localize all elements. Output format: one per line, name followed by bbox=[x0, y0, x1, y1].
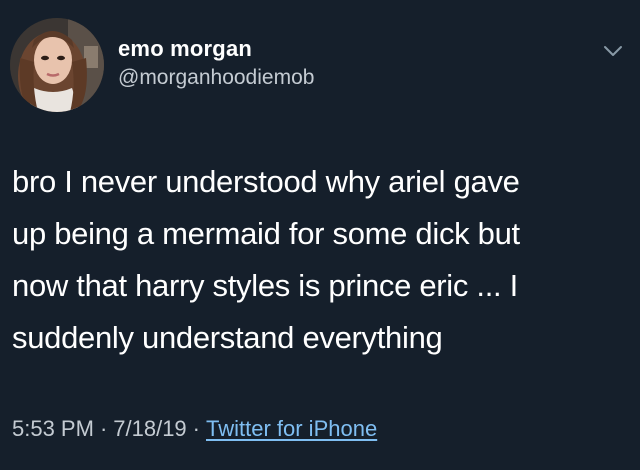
tweet-body-line: now that harry styles is prince eric ...… bbox=[12, 268, 518, 303]
meta-separator: · bbox=[99, 416, 108, 441]
author-display-name[interactable]: emo morgan bbox=[118, 36, 314, 62]
tweet-body-line: up being a mermaid for some dick but bbox=[12, 216, 520, 251]
tweet-card: emo morgan @morganhoodiemob bro I never … bbox=[0, 0, 640, 470]
tweet-header: emo morgan @morganhoodiemob bbox=[10, 18, 630, 114]
author-handle[interactable]: @morganhoodiemob bbox=[118, 64, 314, 92]
tweet-body-line: bro I never understood why ariel gave bbox=[12, 164, 520, 199]
chevron-down-icon bbox=[604, 46, 622, 56]
tweet-source-link[interactable]: Twitter for iPhone bbox=[206, 416, 377, 441]
meta-separator: · bbox=[192, 416, 200, 441]
tweet-body: bro I never understood why ariel gave up… bbox=[12, 156, 632, 364]
tweet-body-line: suddenly understand everything bbox=[12, 320, 443, 355]
tweet-date[interactable]: 7/18/19 bbox=[113, 416, 186, 441]
avatar[interactable] bbox=[10, 18, 104, 112]
tweet-meta: 5:53 PM · 7/18/19 · Twitter for iPhone bbox=[12, 414, 377, 444]
tweet-time[interactable]: 5:53 PM bbox=[12, 416, 94, 441]
tweet-menu-button[interactable] bbox=[602, 40, 624, 62]
avatar-photo-icon bbox=[10, 18, 104, 112]
author-names: emo morgan @morganhoodiemob bbox=[118, 36, 314, 92]
